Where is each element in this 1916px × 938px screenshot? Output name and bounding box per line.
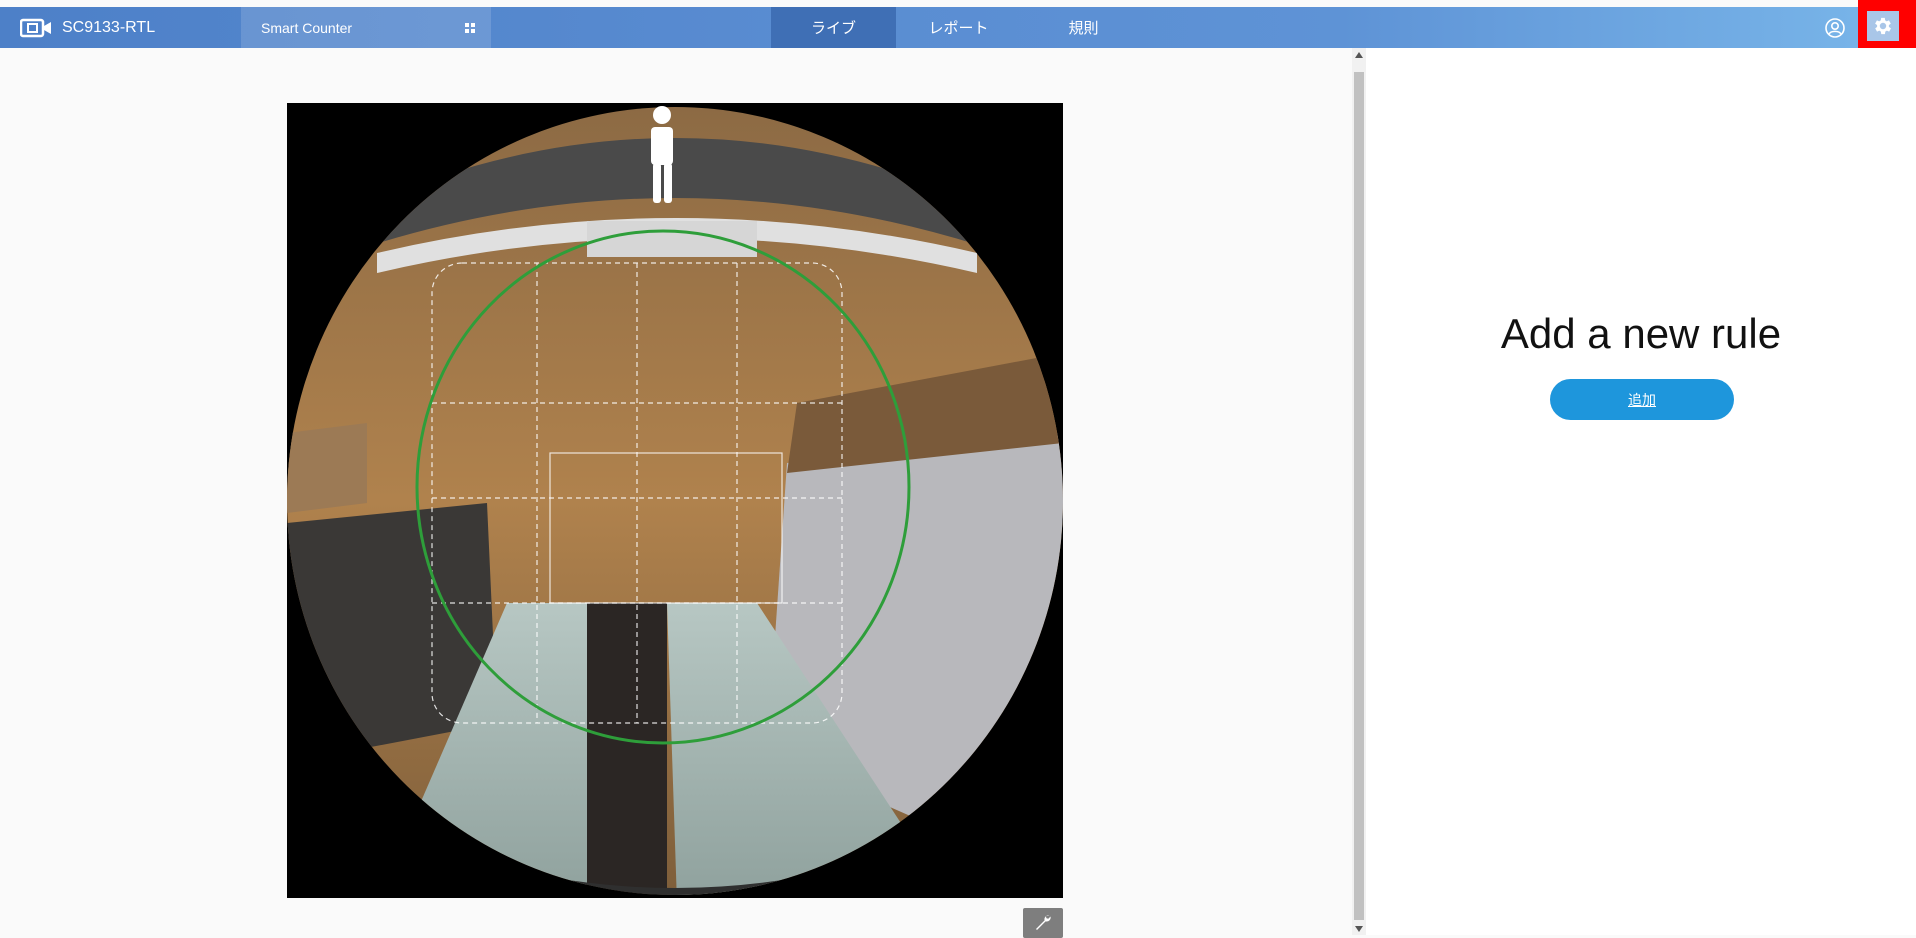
live-view-pane (0, 48, 1352, 938)
user-circle-icon[interactable] (1824, 17, 1846, 39)
settings-tool-button[interactable] (1023, 908, 1063, 938)
scroll-down-arrow-icon[interactable] (1355, 926, 1363, 932)
add-rule-button[interactable]: 追加 (1550, 379, 1734, 420)
tab-report[interactable]: レポート (896, 7, 1021, 48)
vertical-scrollbar[interactable] (1352, 48, 1366, 935)
scroll-up-arrow-icon[interactable] (1355, 52, 1363, 58)
scroll-thumb[interactable] (1354, 72, 1364, 920)
fisheye-video[interactable] (287, 103, 1063, 898)
gear-icon (1875, 17, 1891, 35)
tab-live[interactable]: ライブ (771, 7, 896, 48)
top-navigation-bar: SC9133-RTL Smart Counter ライブ レポート 規則 (0, 0, 1916, 62)
tab-rules[interactable]: 規則 (1021, 7, 1146, 48)
fisheye-image (287, 103, 1063, 898)
brand[interactable]: SC9133-RTL (20, 7, 155, 48)
rule-panel: Add a new rule 追加 (1366, 48, 1916, 935)
device-name: SC9133-RTL (62, 18, 156, 36)
main-tabs: ライブ レポート 規則 (771, 7, 1146, 48)
rule-panel-title: Add a new rule (1500, 310, 1782, 357)
wrench-icon (1036, 915, 1051, 930)
camera-logo-icon (20, 18, 51, 37)
app-name: Smart Counter (261, 19, 353, 36)
grid-icon (465, 23, 475, 33)
app-switcher[interactable]: Smart Counter (241, 7, 491, 48)
